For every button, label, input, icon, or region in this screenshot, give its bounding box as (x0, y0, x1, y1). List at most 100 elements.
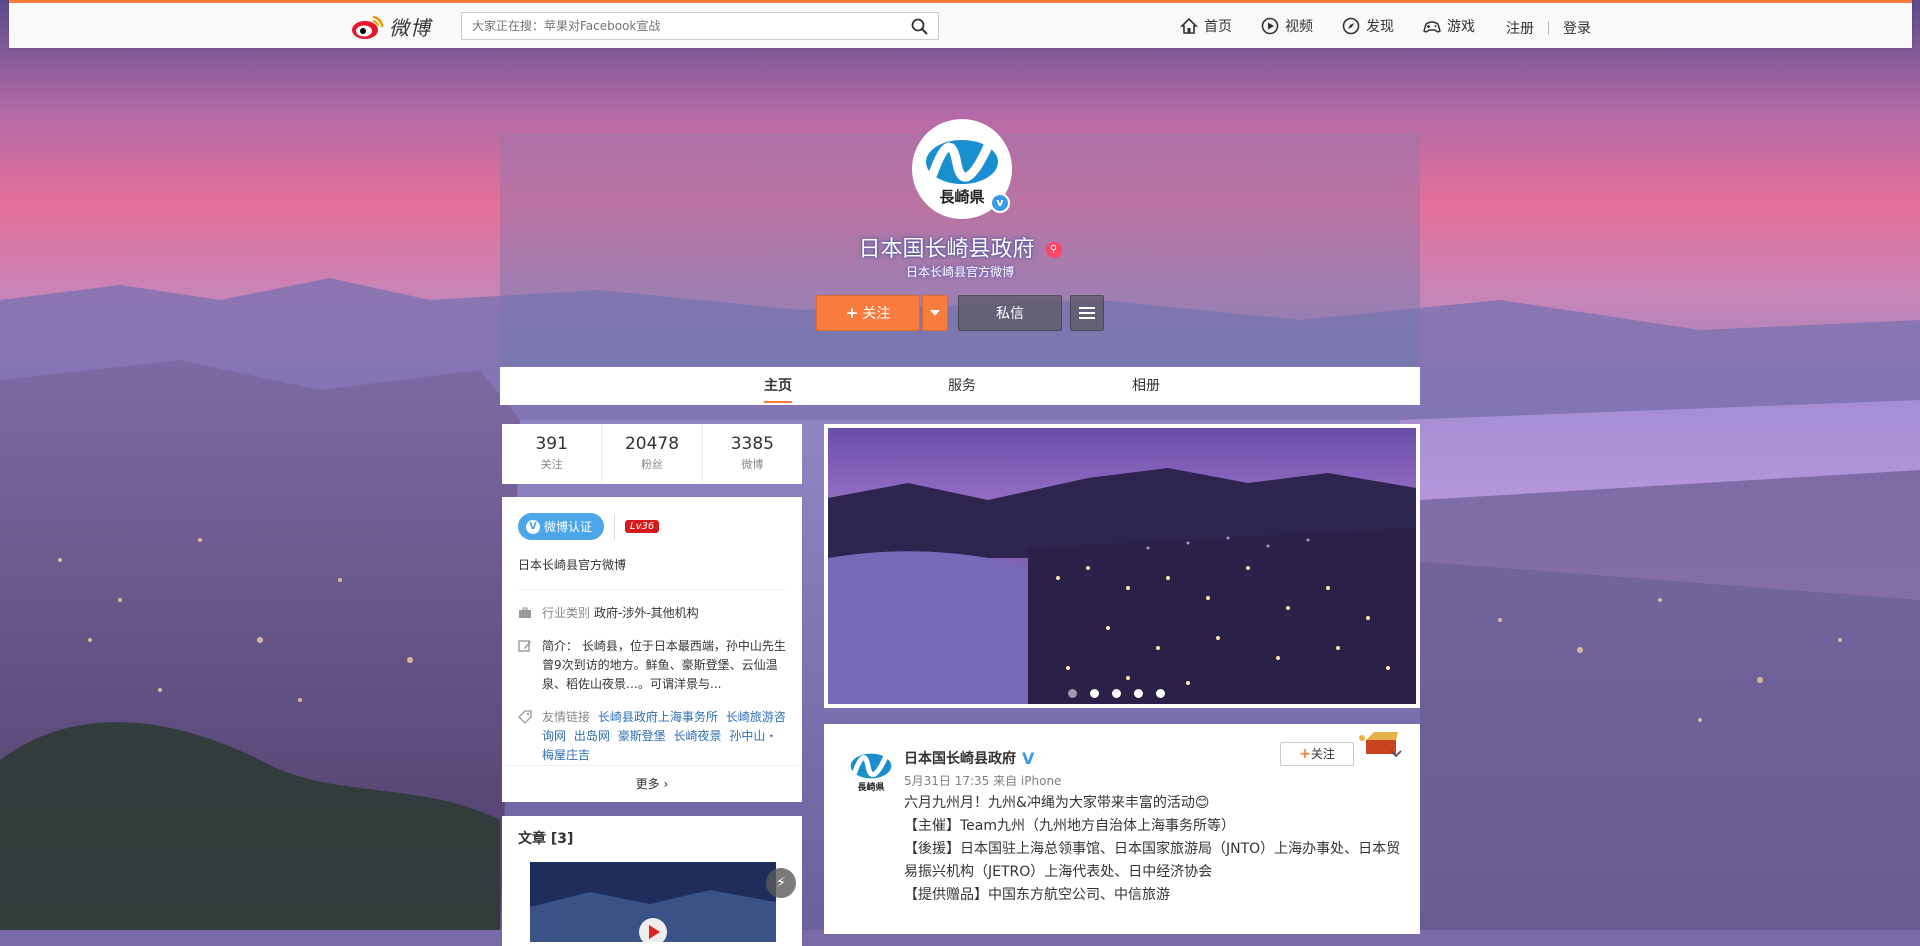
intro-row: 简介： 长崎县，位于日本最西端，孙中山先生曾9次到访的地方。鲜鱼、豪斯登堡、云仙… (518, 637, 786, 694)
carousel-dot[interactable] (1090, 689, 1099, 698)
more-menu-button[interactable] (1070, 295, 1104, 331)
friend-link[interactable]: 出岛网 (574, 729, 610, 743)
register-link[interactable]: 注册 (1506, 18, 1534, 38)
carousel-dot[interactable] (1112, 689, 1121, 698)
nav-video[interactable]: 视频 (1260, 16, 1313, 36)
level-badge[interactable]: Lv36 (625, 520, 660, 533)
profile-tab-bar: 主页 服务 相册 (500, 367, 1420, 405)
verified-description: 日本长崎县官方微博 (518, 556, 786, 590)
stat-following-count: 391 (535, 434, 568, 454)
industry-value: 政府-涉外-其他机构 (594, 606, 699, 620)
nagasaki-logo-icon (850, 753, 892, 779)
articles-title-text: 文章 (518, 831, 546, 847)
profile-name: 日本国长崎县政府 ⚲ (500, 231, 1420, 263)
night-city-photo (828, 428, 1416, 704)
member-icon[interactable]: ⚲ (1045, 242, 1062, 258)
stat-following[interactable]: 391 关注 (502, 424, 603, 484)
nav-game-label: 游戏 (1447, 19, 1475, 35)
avatar-caption: 長崎県 (939, 187, 985, 206)
tab-album[interactable]: 相册 (1132, 367, 1160, 405)
profile-actions: + 关注 私信 (816, 295, 1104, 331)
post-follow-label: 关注 (1310, 747, 1335, 761)
post-line: 【後援】日本国驻上海总领事馆、日本国家旅游局（JNTO）上海办事处、日本贸易振兴… (904, 841, 1401, 880)
stat-posts-label: 微博 (741, 458, 764, 471)
lightning-icon[interactable]: ⚡ (766, 868, 796, 898)
chevron-right-icon: › (663, 777, 669, 791)
friend-link[interactable]: 长崎县政府上海事务所 (598, 710, 718, 724)
nagasaki-logo-icon (926, 139, 998, 184)
search-icon[interactable] (911, 18, 928, 35)
video-icon (1261, 17, 1279, 35)
post-line: 【主催】Team九州（九州地方自治体上海事务所等） (904, 818, 1236, 834)
gamepad-icon (1423, 21, 1441, 33)
tab-home[interactable]: 主页 (764, 367, 792, 405)
nav-home[interactable]: 首页 (1179, 16, 1232, 36)
profile-description: 日本长崎县官方微博 (905, 265, 1014, 279)
post-author-name[interactable]: 日本国长崎县政府 (904, 748, 1016, 768)
post-avatar[interactable]: 長崎県 (846, 746, 896, 796)
post-author: 日本国长崎县政府 V (904, 748, 1034, 768)
post-avatar-caption: 長崎県 (857, 783, 885, 793)
message-button[interactable]: 私信 (958, 295, 1062, 331)
nav-home-label: 首页 (1204, 19, 1232, 35)
friend-link[interactable]: 豪斯登堡 (618, 729, 666, 743)
stat-posts-count: 3385 (730, 434, 774, 454)
follow-button[interactable]: + 关注 (816, 295, 920, 331)
articles-count: [3] (550, 831, 574, 847)
photo-carousel (824, 424, 1420, 708)
home-icon (1180, 17, 1198, 34)
verified-v-icon: V (1022, 748, 1035, 768)
post-line: 【提供赠品】中国东方航空公司、中信旅游 (904, 887, 1170, 903)
intro-value: 长崎县，位于日本最西端，孙中山先生曾9次到访的地方。鲜鱼、豪斯登堡、云仙温泉、稻… (542, 639, 786, 691)
stat-posts[interactable]: 3385 微博 (703, 424, 802, 484)
stat-followers-label: 粉丝 (640, 458, 663, 471)
carousel-image[interactable] (828, 428, 1416, 704)
top-navigation-bar: 微博 首页 视频 发现 游戏 注册 登录 (9, 0, 1912, 48)
weibo-verified-label: 微博认证 (544, 520, 593, 534)
auth-divider (1548, 21, 1549, 35)
profile-stats: 391 关注 20478 粉丝 3385 微博 (502, 424, 802, 484)
search-box (461, 12, 939, 40)
compass-icon (1342, 17, 1360, 35)
carousel-dot[interactable] (1134, 689, 1143, 698)
article-thumbnail[interactable] (530, 862, 776, 942)
nav-game[interactable]: 游戏 (1422, 16, 1475, 36)
stat-following-label: 关注 (540, 458, 563, 471)
links-row: 友情链接 长崎县政府上海事务所 长崎旅游咨询网 出岛网 豪斯登堡 长崎夜景 孙中… (518, 708, 786, 765)
post-timestamp[interactable]: 5月31日 17:35 来自 iPhone (904, 772, 1061, 789)
articles-card: 文章 [3] ⚡ (502, 816, 802, 946)
more-info-link[interactable]: 更多 › (502, 765, 802, 802)
carousel-dot[interactable] (1068, 689, 1077, 698)
articles-title: 文章 [3] (518, 828, 786, 848)
nav-video-label: 视频 (1285, 19, 1313, 35)
weibo-logo[interactable]: 微博 (351, 12, 431, 41)
profile-name-text: 日本国长崎县政府 (858, 237, 1035, 262)
logo-text: 微博 (389, 16, 431, 40)
follow-label: 关注 (862, 306, 891, 322)
badge-divider (614, 513, 616, 540)
friend-link[interactable]: 长崎夜景 (674, 729, 722, 743)
follow-dropdown-button[interactable] (922, 295, 948, 331)
info-badges: V 微博认证 Lv36 (518, 513, 786, 540)
nav-discover-label: 发现 (1366, 19, 1394, 35)
plus-icon: + (845, 304, 859, 322)
industry-row: 行业类别 政府-涉外-其他机构 (518, 604, 786, 623)
carousel-dot[interactable] (1156, 689, 1165, 698)
nav-discover[interactable]: 发现 (1341, 16, 1394, 36)
stat-followers[interactable]: 20478 粉丝 (602, 424, 703, 484)
verified-badge-icon: v (990, 193, 1010, 213)
profile-header: 長崎県 v 日本国长崎县政府 ⚲ 日本长崎县官方微博 + 关注 私信 (500, 119, 1420, 366)
article-thumbnail-image (530, 862, 776, 942)
chevron-down-icon[interactable] (1388, 746, 1404, 762)
tab-service[interactable]: 服务 (948, 367, 976, 405)
links-key: 友情链接 (542, 710, 591, 724)
profile-avatar-wrap[interactable]: 長崎県 v (912, 119, 1012, 219)
hamburger-icon (1079, 307, 1095, 319)
weibo-verified-badge[interactable]: V 微博认证 (518, 513, 605, 540)
weibo-eye-icon (352, 15, 384, 39)
auth-links: 注册 登录 (1506, 18, 1591, 38)
login-link[interactable]: 登录 (1563, 18, 1591, 38)
edit-icon (518, 640, 531, 652)
post-follow-button[interactable]: +关注 (1280, 742, 1354, 766)
search-input[interactable] (462, 13, 902, 39)
